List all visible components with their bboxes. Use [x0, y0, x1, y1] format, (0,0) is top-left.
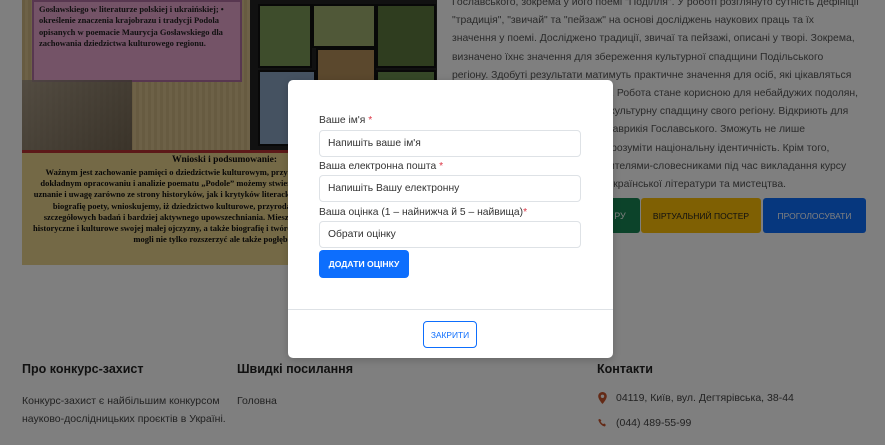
add-rating-button[interactable]: ДОДАТИ ОЦІНКУ [319, 250, 409, 278]
email-required-mark: * [439, 161, 444, 172]
name-input[interactable] [319, 130, 581, 157]
rating-select[interactable]: Обрати оцінку [319, 221, 581, 248]
name-label-text: Ваше ім'я [319, 115, 366, 126]
email-label: Ваша електронна пошта * [319, 161, 443, 172]
email-label-text: Ваша електронна пошта [319, 161, 437, 172]
rating-label: Ваша оцінка (1 – найнижча й 5 – найвища)… [319, 207, 527, 218]
rating-select-value: Обрати оцінку [328, 229, 396, 240]
rating-required-mark: * [523, 207, 528, 218]
close-modal-button[interactable]: ЗАКРИТИ [423, 321, 477, 348]
name-label: Ваше ім'я * [319, 115, 372, 126]
rating-modal: Ваше ім'я * Ваша електронна пошта * Ваша… [288, 80, 613, 358]
rating-label-text: Ваша оцінка (1 – найнижча й 5 – найвища) [319, 207, 524, 218]
modal-footer-divider [288, 309, 613, 310]
email-input[interactable] [319, 175, 581, 202]
name-required-mark: * [368, 115, 373, 126]
project-page: Gosławskiego w literaturze polskiej i uk… [0, 0, 885, 445]
